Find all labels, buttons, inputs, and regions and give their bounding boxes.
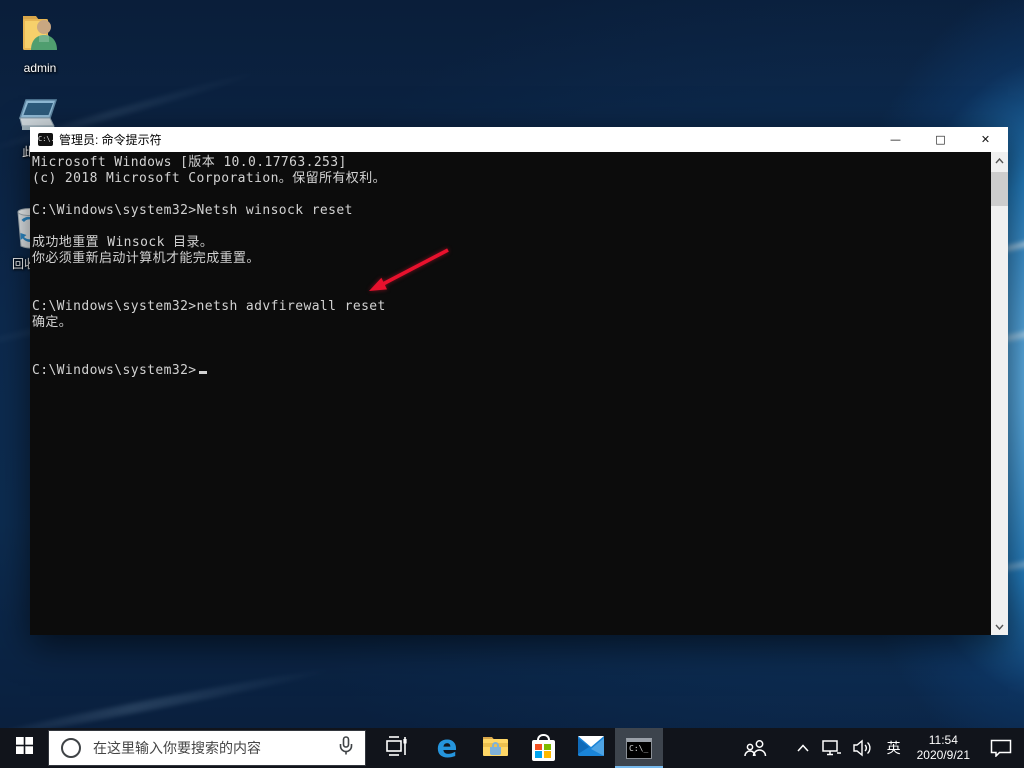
terminal-line: 确定。 <box>32 315 73 330</box>
terminal-output[interactable]: Microsoft Windows [版本 10.0.17763.253] (c)… <box>30 152 991 635</box>
scrollbar[interactable] <box>991 152 1008 635</box>
volume-icon <box>852 739 871 757</box>
chevron-up-icon <box>797 744 809 752</box>
ime-indicator[interactable]: 英 <box>879 728 909 768</box>
scroll-up-icon[interactable] <box>991 152 1008 169</box>
store-button[interactable] <box>519 728 567 768</box>
edge-icon: e <box>436 729 458 765</box>
maximize-button[interactable]: □ <box>918 127 963 152</box>
file-explorer-button[interactable] <box>471 728 519 768</box>
clock-date: 2020/9/21 <box>916 748 970 762</box>
taskbar: e <box>0 728 1024 768</box>
terminal-line: 你必须重新启动计算机才能完成重置。 <box>32 251 260 266</box>
command-prompt-taskbar-button[interactable]: C:\_ <box>615 728 663 768</box>
people-button[interactable] <box>733 728 777 768</box>
scroll-down-icon[interactable] <box>991 618 1008 635</box>
terminal-line: C:\Windows\system32> <box>32 363 991 379</box>
clock-time: 11:54 <box>928 733 958 747</box>
start-button[interactable] <box>0 728 48 768</box>
network-icon <box>821 740 841 756</box>
task-view-button[interactable] <box>372 728 420 768</box>
store-icon <box>531 734 555 761</box>
terminal-line: 成功地重置 Winsock 目录。 <box>32 235 214 250</box>
people-icon <box>743 740 766 757</box>
taskbar-clock[interactable]: 11:54 2020/9/21 <box>909 728 978 768</box>
command-prompt-icon: C:\_ <box>626 737 652 759</box>
user-folder-icon <box>17 16 63 58</box>
scrollbar-thumb[interactable] <box>991 172 1008 206</box>
terminal-line: (c) 2018 Microsoft Corporation。保留所有权利。 <box>32 171 386 186</box>
mail-button[interactable] <box>567 728 615 768</box>
network-button[interactable] <box>815 728 847 768</box>
action-center-icon <box>990 739 1012 757</box>
terminal-line: C:\Windows\system32>Netsh winsock reset <box>32 203 353 218</box>
volume-button[interactable] <box>847 728 879 768</box>
search-input[interactable] <box>91 739 327 757</box>
cmd-window-icon: C:\. <box>38 133 55 146</box>
desktop-icon-label: admin <box>23 61 57 75</box>
file-explorer-icon <box>482 735 509 762</box>
windows-logo-icon <box>15 737 33 759</box>
terminal-line: C:\Windows\system32>netsh advfirewall re… <box>32 299 386 314</box>
window-titlebar[interactable]: C:\. 管理员: 命令提示符 — □ ✕ <box>30 127 1008 152</box>
desktop-icon-admin[interactable]: admin <box>8 10 72 75</box>
mail-icon <box>578 735 604 761</box>
system-tray: 英 11:54 2020/9/21 <box>733 728 1024 768</box>
window-title: 管理员: 命令提示符 <box>59 133 162 147</box>
command-prompt-window: C:\. 管理员: 命令提示符 — □ ✕ Microsoft Windows … <box>30 127 1008 635</box>
edge-button[interactable]: e <box>423 728 471 768</box>
minimize-button[interactable]: — <box>873 127 918 152</box>
microphone-icon[interactable] <box>339 735 353 761</box>
terminal-line: Microsoft Windows [版本 10.0.17763.253] <box>32 155 347 170</box>
terminal-cursor <box>198 371 207 374</box>
action-center-button[interactable] <box>978 728 1024 768</box>
task-view-icon <box>384 735 408 762</box>
desktop: admin 此电脑 回收站 C:\. 管理员: 命 <box>0 0 1024 768</box>
close-button[interactable]: ✕ <box>963 127 1008 152</box>
taskbar-search[interactable] <box>48 730 366 766</box>
tray-overflow-button[interactable] <box>791 728 815 768</box>
cortana-icon <box>61 738 81 758</box>
